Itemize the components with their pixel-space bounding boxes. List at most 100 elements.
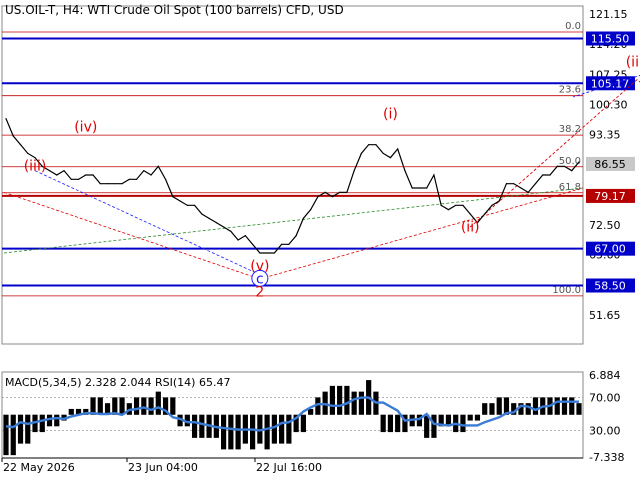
macd-bar: [97, 397, 103, 415]
price-point: [172, 196, 174, 198]
macd-bar: [482, 403, 488, 415]
macd-bar: [68, 408, 74, 415]
price-point: [63, 170, 65, 172]
price-point: [237, 239, 239, 241]
price-point: [5, 118, 7, 120]
price-point: [331, 196, 333, 198]
y-tick-label: 72.50: [589, 219, 621, 232]
macd-bar: [54, 414, 60, 427]
price-point: [150, 174, 152, 176]
price-point: [397, 148, 399, 150]
price-point: [549, 174, 551, 176]
macd-bar: [387, 414, 394, 433]
macd-bar: [199, 414, 205, 438]
price-point: [447, 209, 450, 211]
price-level-label: 67.00: [594, 243, 626, 256]
price-point: [411, 187, 413, 189]
current-price-label: 86.55: [594, 158, 626, 171]
wave-label: (iii): [24, 159, 47, 175]
price-point: [491, 204, 493, 206]
macd-bar: [576, 403, 582, 415]
macd-bar: [3, 414, 9, 456]
macd-bar: [554, 397, 560, 415]
price-level-label: 58.50: [594, 280, 626, 293]
price-point: [135, 178, 138, 180]
price-chart: 121.15114.20107.25100.3093.3579.4072.506…: [1, 5, 640, 474]
macd-bar: [10, 414, 16, 456]
price-point: [48, 170, 51, 172]
price-point: [273, 252, 275, 254]
fib-level-label: 38.2: [559, 124, 581, 135]
y-tick-label: 93.35: [589, 128, 621, 141]
trend-line: [259, 187, 584, 280]
price-point: [375, 144, 377, 146]
macd-bar: [395, 414, 401, 433]
price-point: [208, 217, 210, 219]
wave-label: (ii): [461, 219, 480, 235]
trend-line: [3, 191, 260, 280]
price-point: [462, 204, 464, 206]
macd-bar: [220, 414, 227, 450]
price-point: [201, 213, 203, 215]
price-point: [266, 252, 268, 254]
price-point: [556, 165, 558, 167]
price-point: [310, 209, 312, 211]
price-point: [114, 183, 116, 185]
macd-bar: [474, 414, 481, 421]
macd-bar: [460, 414, 466, 433]
price-point: [353, 170, 355, 172]
macd-bar: [170, 397, 176, 415]
price-point: [281, 243, 283, 245]
macd-bar: [380, 414, 386, 433]
x-tick-label: 22 May 2026: [3, 461, 75, 474]
macd-bar: [155, 391, 161, 415]
y-tick-label: 100.30: [589, 98, 628, 111]
price-point: [426, 187, 428, 189]
macd-bar: [351, 391, 357, 415]
macd-bar: [286, 414, 292, 444]
price-point: [563, 165, 566, 167]
price-point: [440, 204, 442, 206]
macd-bar: [337, 385, 343, 415]
price-level-label: 115.50: [591, 33, 630, 46]
x-tick-label: 22 Jul 16:00: [256, 461, 322, 474]
price-point: [230, 230, 232, 232]
price-point: [193, 204, 196, 206]
price-point: [404, 170, 406, 172]
price-point: [99, 183, 101, 185]
price-point: [244, 235, 246, 237]
wave-label: (i): [383, 107, 398, 123]
macd-bar: [561, 397, 568, 415]
price-point: [56, 174, 58, 176]
macd-bar: [569, 397, 575, 415]
price-point: [27, 152, 29, 154]
macd-bar: [279, 414, 285, 444]
price-point: [288, 243, 290, 245]
price-point: [186, 204, 188, 206]
price-point: [157, 165, 159, 167]
indicator-tick-label: -7.338: [589, 451, 624, 464]
price-point: [513, 183, 515, 185]
x-tick-label: 23 Jun 04:00: [128, 461, 198, 474]
price-point: [164, 178, 167, 180]
y-tick-label: 121.15: [589, 8, 628, 21]
fib-level-label: 23.6: [559, 85, 581, 96]
fib-level-label: 61.8: [559, 182, 581, 193]
indicator-tick-label: 30.00: [589, 424, 621, 437]
macd-bar: [228, 414, 234, 450]
price-point: [346, 191, 348, 193]
price-point: [179, 200, 181, 202]
price-point: [252, 243, 254, 245]
indicator-tick-label: 70.00: [589, 392, 621, 405]
price-point: [578, 161, 580, 163]
price-series-line: [5, 118, 580, 254]
price-level-label: 105.17: [591, 77, 630, 90]
macd-bar: [25, 414, 31, 444]
indicator-tick-label: 6.884: [589, 369, 621, 382]
macd-bar: [271, 414, 277, 444]
macd-bar: [133, 397, 140, 415]
trend-line: [3, 187, 584, 254]
macd-bar: [358, 391, 365, 415]
price-point: [368, 144, 370, 146]
macd-bar: [344, 385, 350, 415]
